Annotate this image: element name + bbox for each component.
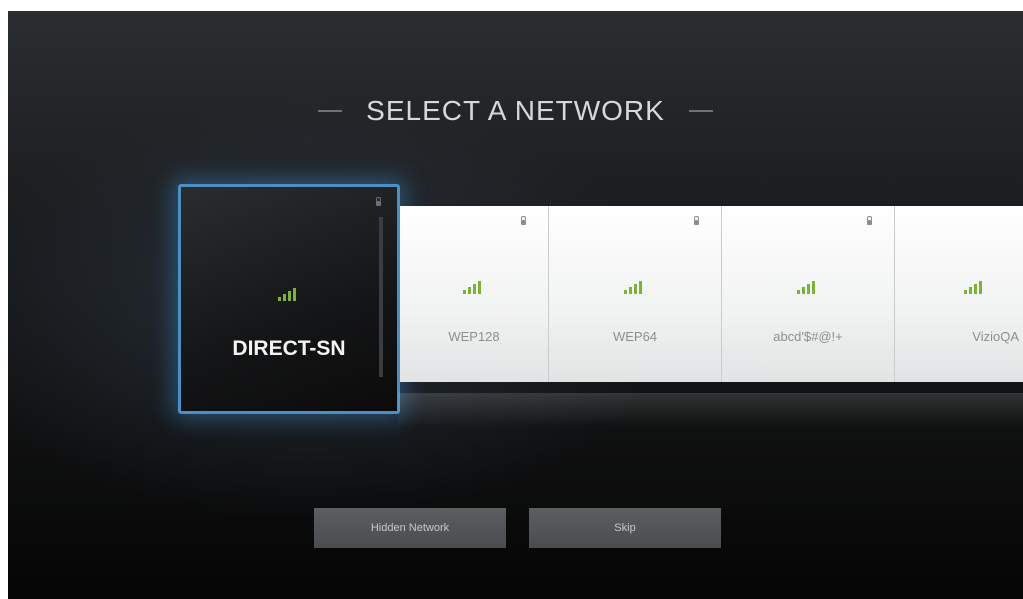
wifi-signal-icon [964, 278, 986, 294]
network-name: WEP128 [448, 329, 500, 344]
hidden-network-button[interactable]: Hidden Network [314, 508, 506, 548]
wifi-signal-icon [797, 278, 819, 294]
lock-icon [521, 216, 526, 225]
lock-icon [694, 216, 699, 225]
tiles-reflection [398, 393, 1023, 427]
network-tile-wep128[interactable]: WEP128 [400, 206, 549, 382]
wifi-signal-icon [278, 285, 300, 301]
network-name: DIRECT-SN [232, 337, 346, 360]
lock-icon [376, 197, 381, 206]
network-carousel: DIRECT-SN WEP128 WEP64 abcd'$#@!+ VizioQ… [8, 11, 1023, 599]
network-name: VizioQA [972, 329, 1019, 344]
network-tile-vizioqa[interactable]: VizioQA [895, 206, 1023, 382]
network-tile-abcd[interactable]: abcd'$#@!+ [722, 206, 895, 382]
wifi-signal-icon [463, 278, 485, 294]
network-name: WEP64 [612, 329, 658, 344]
network-name: abcd'$#@!+ [773, 329, 843, 344]
network-tile-direct-sn[interactable]: DIRECT-SN [178, 184, 400, 414]
tv-setup-screen: SELECT A NETWORK DIRECT-SN WEP128 WEP64 … [8, 11, 1023, 599]
skip-button[interactable]: Skip [529, 508, 721, 548]
lock-icon [867, 216, 872, 225]
wifi-signal-icon [624, 278, 646, 294]
network-tile-wep64[interactable]: WEP64 [549, 206, 722, 382]
